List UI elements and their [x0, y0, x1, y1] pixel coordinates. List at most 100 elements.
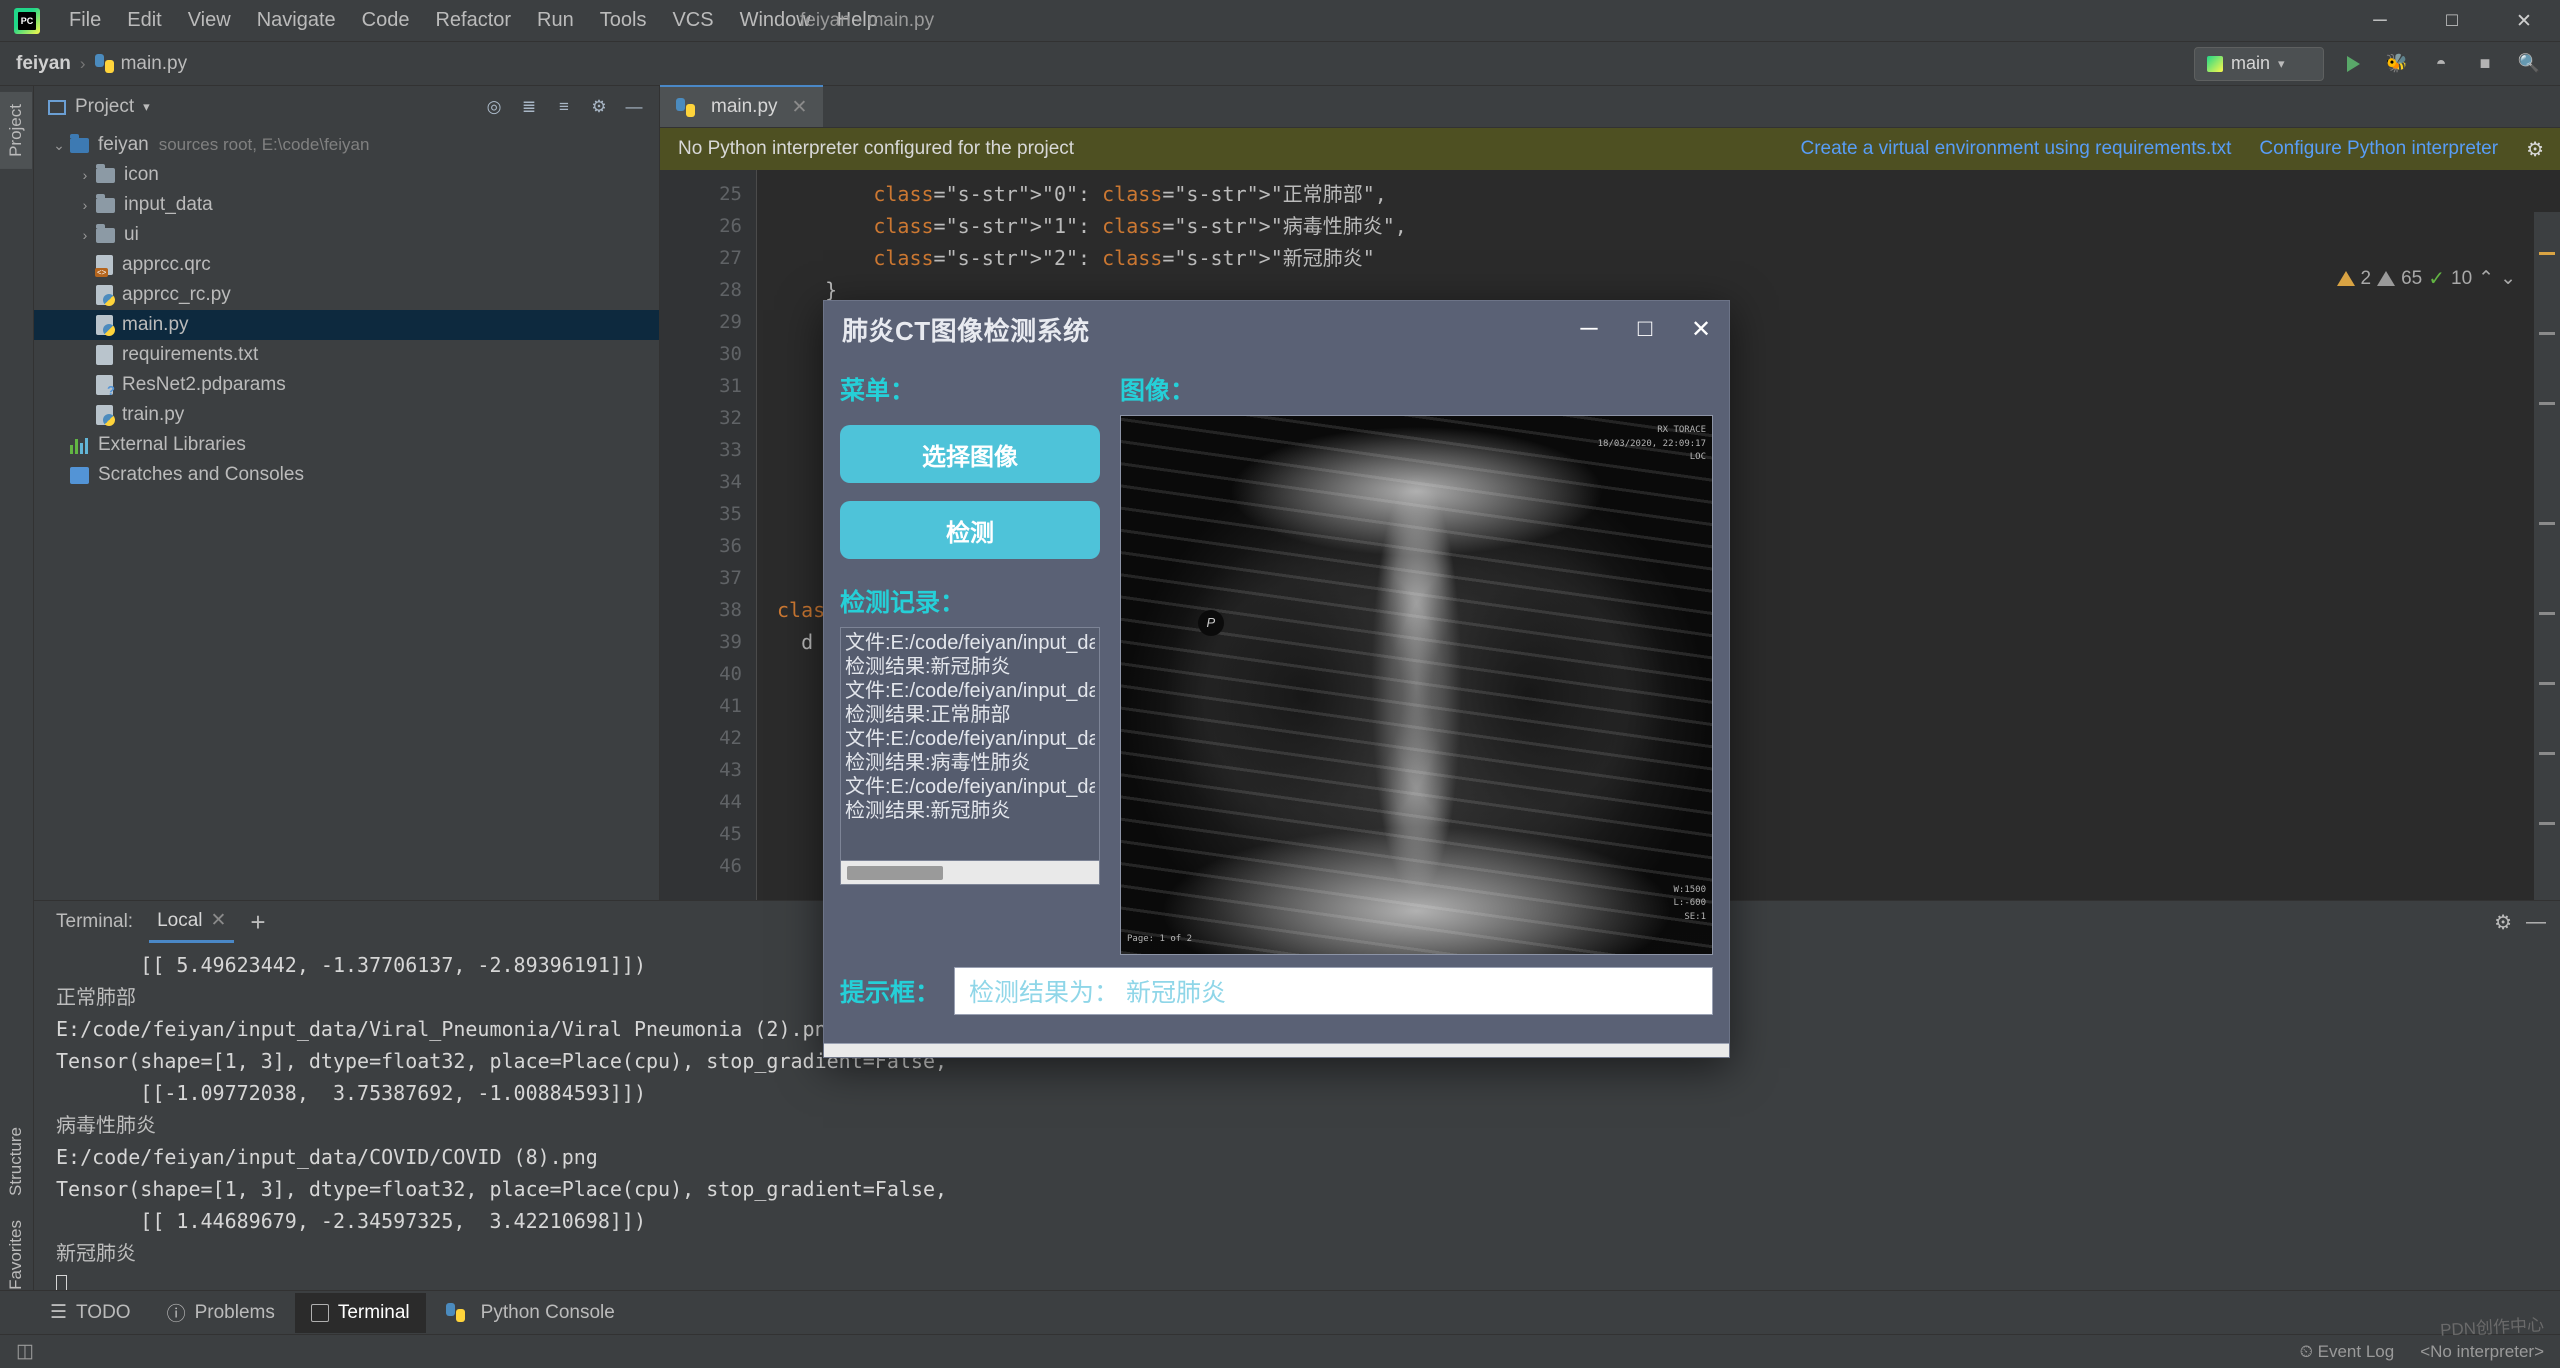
dialog-title-bar[interactable]: 肺炎CT图像检测系统 ─ □ ✕ — [824, 301, 1729, 357]
menu-file[interactable]: File — [56, 5, 114, 36]
debug-button[interactable]: 🐝 — [2382, 49, 2412, 79]
xray-image-frame[interactable]: RX TORACE 18/03/2020, 22:09:17 LOC W:150… — [1120, 415, 1713, 955]
tree-node-label: train.py — [122, 404, 185, 425]
detection-records-list[interactable]: 文件:E:/code/feiyan/input_data/检测结果:新冠肺炎 文件… — [840, 627, 1100, 885]
breadcrumb-project[interactable]: feiyan — [16, 53, 71, 75]
add-terminal-icon[interactable]: + — [250, 907, 265, 938]
detect-button[interactable]: 检测 — [840, 501, 1100, 559]
expand-arrow-icon[interactable]: ⌄ — [48, 137, 70, 154]
tab-main-py[interactable]: main.py ✕ — [660, 85, 824, 127]
sidebar-item-structure[interactable]: Structure — [0, 1115, 32, 1208]
menu-refactor[interactable]: Refactor — [422, 5, 524, 36]
code-line[interactable]: class="s-str">"0": class="s-str">"正常肺部", — [757, 178, 2560, 210]
menu-edit[interactable]: Edit — [114, 5, 174, 36]
gear-icon[interactable]: ⚙ — [584, 92, 614, 122]
tree-node-feiyan[interactable]: ⌄ feiyan sources root, E:\code\feiyan — [34, 130, 659, 160]
records-horizontal-scrollbar[interactable] — [841, 860, 1099, 884]
line-number: 30 — [719, 343, 742, 365]
tree-node-main-py[interactable]: main.py — [34, 310, 659, 340]
stop-button[interactable]: ■ — [2470, 49, 2500, 79]
tree-node-meta: sources root, E:\code\feiyan — [158, 135, 370, 154]
tree-node-requirements-txt[interactable]: requirements.txt — [34, 340, 659, 370]
menu-code[interactable]: Code — [349, 5, 423, 36]
code-line[interactable]: class="s-str">"2": class="s-str">"新冠肺炎" — [757, 242, 2560, 274]
locate-icon[interactable]: ◎ — [479, 92, 509, 122]
layout-icon[interactable]: ◫ — [16, 1340, 34, 1363]
search-icon[interactable]: 🔍 — [2514, 49, 2544, 79]
tree-node-external-libraries[interactable]: External Libraries — [34, 430, 659, 460]
gear-icon[interactable]: ⚙ — [2526, 137, 2544, 162]
terminal-tab-label: Local — [157, 909, 203, 931]
python-file-icon — [676, 97, 695, 117]
event-log-button[interactable]: ⏲ Event Log — [2300, 1342, 2395, 1362]
menu-navigate[interactable]: Navigate — [244, 5, 349, 36]
run-configuration-selector[interactable]: main ▾ — [2194, 46, 2324, 81]
next-problem-icon[interactable]: ⌄ — [2500, 267, 2516, 290]
tree-node-input-data[interactable]: › input_data — [34, 190, 659, 220]
tree-node-label: apprcc_rc.py — [122, 284, 231, 305]
bottom-tab-problems[interactable]: ⓘ Problems — [151, 1293, 291, 1333]
terminal-tab-local[interactable]: Local ✕ — [149, 901, 235, 943]
line-number: 37 — [719, 567, 742, 589]
tree-node-ui[interactable]: › ui — [34, 220, 659, 250]
scrollbar-thumb[interactable] — [847, 866, 943, 880]
project-panel: Project ▾ ◎ ≣ ≡ ⚙ — ⌄ feiyan sources root… — [34, 86, 660, 900]
expand-arrow-icon[interactable]: › — [74, 197, 96, 213]
configure-interpreter-link[interactable]: Configure Python interpreter — [2259, 138, 2498, 160]
record-line: 检测结果:正常肺部 — [845, 704, 1011, 726]
sidebar-item-project[interactable]: Project — [0, 92, 32, 169]
tree-node-apprcc-qrc[interactable]: apprcc.qrc — [34, 250, 659, 280]
line-number: 26 — [719, 215, 742, 237]
tree-node-train-py[interactable]: train.py — [34, 400, 659, 430]
line-number: 34 — [719, 471, 742, 493]
collapse-all-icon[interactable]: ≡ — [549, 92, 579, 122]
line-number: 35 — [719, 503, 742, 525]
line-number: 28 — [719, 279, 742, 301]
bottom-tab-python-console[interactable]: Python Console — [430, 1293, 631, 1333]
breadcrumb-file[interactable]: main.py — [94, 53, 187, 75]
minimize-button[interactable]: ─ — [2344, 0, 2416, 42]
menu-tools[interactable]: Tools — [587, 5, 660, 36]
breadcrumb-bar: feiyan › main.py main ▾ 🐝 ◓ ■ 🔍 — [0, 42, 2560, 86]
tree-node-label: Scratches and Consoles — [98, 464, 304, 485]
inspection-summary[interactable]: 2 65 ✓ 10 ⌃ ⌄ — [2336, 266, 2516, 291]
bottom-tab-terminal[interactable]: Terminal — [294, 1292, 426, 1333]
project-chevron-down-icon[interactable]: ▾ — [143, 99, 150, 115]
hide-icon[interactable]: — — [619, 92, 649, 122]
menu-vcs[interactable]: VCS — [659, 5, 726, 36]
close-icon[interactable]: ✕ — [792, 96, 808, 119]
event-log-label: Event Log — [2317, 1341, 2395, 1361]
hint-input[interactable]: 检测结果为： 新冠肺炎 — [954, 967, 1713, 1015]
dialog-close-button[interactable]: ✕ — [1673, 301, 1729, 357]
code-line[interactable]: class="s-str">"1": class="s-str">"病毒性肺炎"… — [757, 210, 2560, 242]
menu-view[interactable]: View — [175, 5, 244, 36]
dialog-maximize-button[interactable]: □ — [1617, 301, 1673, 357]
prev-problem-icon[interactable]: ⌃ — [2478, 267, 2494, 290]
tree-node-icon[interactable]: › icon — [34, 160, 659, 190]
run-button[interactable] — [2338, 49, 2368, 79]
dialog-minimize-button[interactable]: ─ — [1561, 301, 1617, 357]
select-image-button[interactable]: 选择图像 — [840, 425, 1100, 483]
expand-all-icon[interactable]: ≣ — [514, 92, 544, 122]
coverage-button[interactable]: ◓ — [2426, 49, 2456, 79]
record-line: 检测结果:新冠肺炎 — [845, 656, 1011, 678]
status-bar: ◫ ⏲ Event Log <No interpreter> — [0, 1334, 2560, 1368]
expand-arrow-icon[interactable]: › — [74, 227, 96, 243]
tree-node-apprcc-rc-py[interactable]: apprcc_rc.py — [34, 280, 659, 310]
chevron-down-icon: ▾ — [2278, 55, 2285, 71]
interpreter-status[interactable]: <No interpreter> — [2420, 1342, 2544, 1362]
menu-run[interactable]: Run — [524, 5, 587, 36]
hide-icon[interactable]: — — [2526, 911, 2546, 934]
create-venv-link[interactable]: Create a virtual environment using requi… — [1801, 138, 2232, 160]
bottom-tab-todo[interactable]: ☰ TODO — [34, 1293, 147, 1333]
tree-node-resnet2-pdparams[interactable]: ResNet2.pdparams — [34, 370, 659, 400]
gear-icon[interactable]: ⚙ — [2494, 910, 2512, 935]
inspection-scrollbar[interactable] — [2534, 212, 2560, 900]
sidebar-item-favorites[interactable]: Favorites — [0, 1208, 32, 1302]
maximize-button[interactable]: □ — [2416, 0, 2488, 42]
close-icon[interactable]: ✕ — [211, 909, 227, 932]
close-button[interactable]: ✕ — [2488, 0, 2560, 42]
tree-node-scratches-and-consoles[interactable]: Scratches and Consoles — [34, 460, 659, 490]
expand-arrow-icon[interactable]: › — [74, 167, 96, 183]
tree-node-label: feiyan — [98, 134, 149, 155]
